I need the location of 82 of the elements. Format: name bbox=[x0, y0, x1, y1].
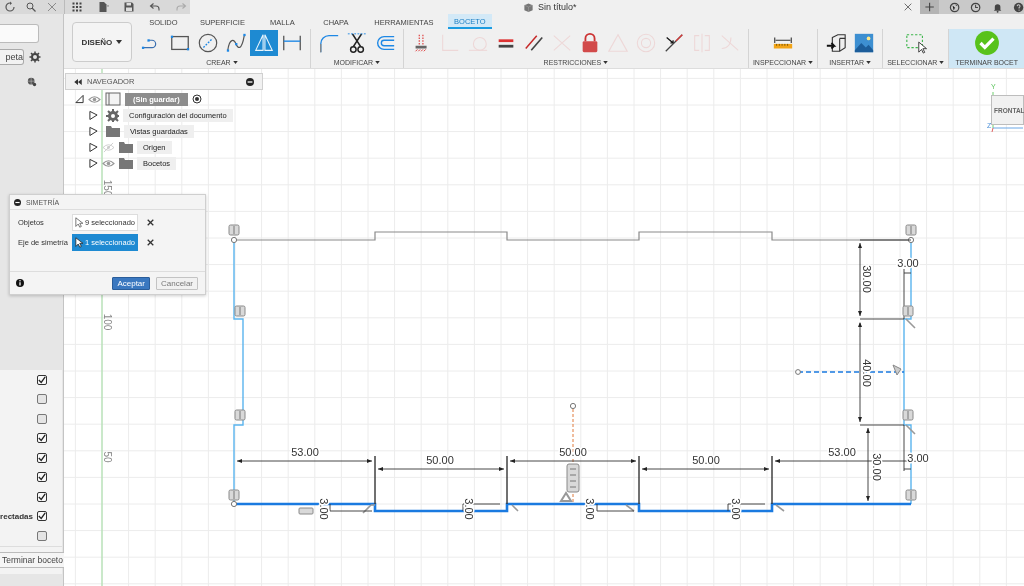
constraint-icon[interactable] bbox=[559, 491, 573, 502]
dimension-label[interactable]: 30.00 bbox=[871, 453, 884, 481]
caret-icon bbox=[939, 61, 945, 64]
dimension-label[interactable]: 3.00 bbox=[463, 498, 476, 520]
constraint-icon[interactable] bbox=[905, 224, 917, 236]
text-field[interactable] bbox=[0, 24, 39, 43]
plus-icon[interactable] bbox=[920, 0, 940, 14]
settings-icon bbox=[106, 108, 119, 122]
workspace-dropdown[interactable]: DISEÑO bbox=[72, 22, 132, 62]
folder-icon bbox=[119, 157, 133, 169]
expand-arrow-icon[interactable] bbox=[89, 110, 98, 120]
caret-icon bbox=[375, 61, 381, 64]
help-icon[interactable] bbox=[1012, 0, 1024, 14]
clear-icon[interactable] bbox=[147, 238, 154, 246]
folder-icon bbox=[119, 141, 133, 153]
expand-arrow-icon[interactable] bbox=[89, 126, 98, 136]
caret-icon bbox=[603, 61, 609, 64]
constraint-icon[interactable] bbox=[902, 409, 914, 421]
caret-icon bbox=[808, 61, 814, 64]
close-icon[interactable] bbox=[902, 2, 913, 12]
folder-button[interactable]: peta bbox=[0, 49, 24, 65]
info-icon[interactable] bbox=[16, 279, 24, 287]
constraint-icon[interactable] bbox=[892, 364, 902, 376]
constraint-icon[interactable] bbox=[905, 489, 917, 501]
dimension-label[interactable]: 3.00 bbox=[730, 498, 743, 520]
globe-settings-icon[interactable] bbox=[27, 77, 37, 87]
constraint-icon[interactable] bbox=[228, 224, 240, 236]
dimension-label[interactable]: 53.00 bbox=[291, 445, 319, 458]
expand-arrow-icon[interactable] bbox=[75, 94, 84, 104]
eye-icon[interactable] bbox=[102, 157, 115, 169]
dimension-label[interactable]: 53.00 bbox=[828, 445, 856, 458]
undo-icon[interactable] bbox=[149, 1, 161, 13]
minimize-icon[interactable] bbox=[246, 77, 254, 86]
checkbox[interactable] bbox=[37, 472, 47, 483]
dimension-label[interactable]: 3.00 bbox=[584, 498, 597, 520]
cursor-icon bbox=[75, 216, 83, 228]
radio-icon[interactable] bbox=[191, 94, 202, 104]
settings-icon[interactable] bbox=[29, 51, 41, 63]
accept-button[interactable]: Aceptar bbox=[112, 276, 150, 290]
checkbox-label: rectadas bbox=[0, 511, 33, 521]
minimize-icon[interactable] bbox=[14, 198, 21, 206]
checkbox[interactable] bbox=[37, 374, 47, 385]
ruler-label: 100 bbox=[102, 313, 114, 331]
cursor-icon bbox=[75, 236, 83, 248]
dimension-label[interactable]: 50.00 bbox=[559, 445, 587, 458]
collapse-icon[interactable] bbox=[74, 78, 82, 85]
dimension-label[interactable]: 40.00 bbox=[861, 359, 874, 387]
caret-icon bbox=[116, 40, 123, 44]
dimension-label[interactable]: 3.00 bbox=[318, 498, 331, 520]
caret-icon bbox=[866, 61, 872, 64]
dimension-label[interactable]: 50.00 bbox=[426, 453, 454, 466]
checkbox[interactable] bbox=[37, 530, 47, 541]
checkbox[interactable] bbox=[37, 433, 47, 444]
checkbox[interactable] bbox=[37, 452, 47, 463]
save-icon[interactable] bbox=[123, 1, 135, 13]
mirror-icon[interactable] bbox=[249, 30, 278, 56]
caret-icon bbox=[232, 61, 238, 64]
dimension-label[interactable]: 50.00 bbox=[692, 453, 720, 466]
constraint-icon[interactable] bbox=[298, 507, 314, 515]
dimension-label[interactable]: 30.00 bbox=[861, 265, 874, 293]
constraint-icon[interactable] bbox=[902, 305, 914, 317]
file-icon[interactable] bbox=[97, 1, 109, 13]
clock-icon[interactable] bbox=[970, 0, 982, 14]
checkbox[interactable] bbox=[37, 511, 47, 522]
apps-grid-icon[interactable] bbox=[71, 1, 83, 13]
eye-icon[interactable] bbox=[88, 93, 101, 105]
checkbox[interactable] bbox=[37, 394, 47, 405]
cancel-button[interactable]: Cancelar bbox=[156, 276, 198, 290]
document-title: Sin título* bbox=[538, 2, 577, 12]
checkbox[interactable] bbox=[37, 491, 47, 502]
clear-icon[interactable] bbox=[147, 218, 154, 226]
finish-sketch-button[interactable]: Terminar boceto bbox=[0, 551, 66, 568]
cube-icon bbox=[523, 1, 534, 13]
expand-arrow-icon[interactable] bbox=[89, 142, 98, 152]
ruler-label: 50 bbox=[102, 451, 114, 463]
globe-icon[interactable] bbox=[949, 0, 961, 14]
search-icon[interactable] bbox=[25, 1, 37, 13]
checkbox[interactable] bbox=[37, 413, 47, 424]
constraint-icon[interactable] bbox=[228, 489, 240, 501]
refresh-icon[interactable] bbox=[4, 1, 16, 13]
expand-arrow-icon[interactable] bbox=[89, 158, 98, 168]
folder-icon bbox=[106, 125, 120, 137]
